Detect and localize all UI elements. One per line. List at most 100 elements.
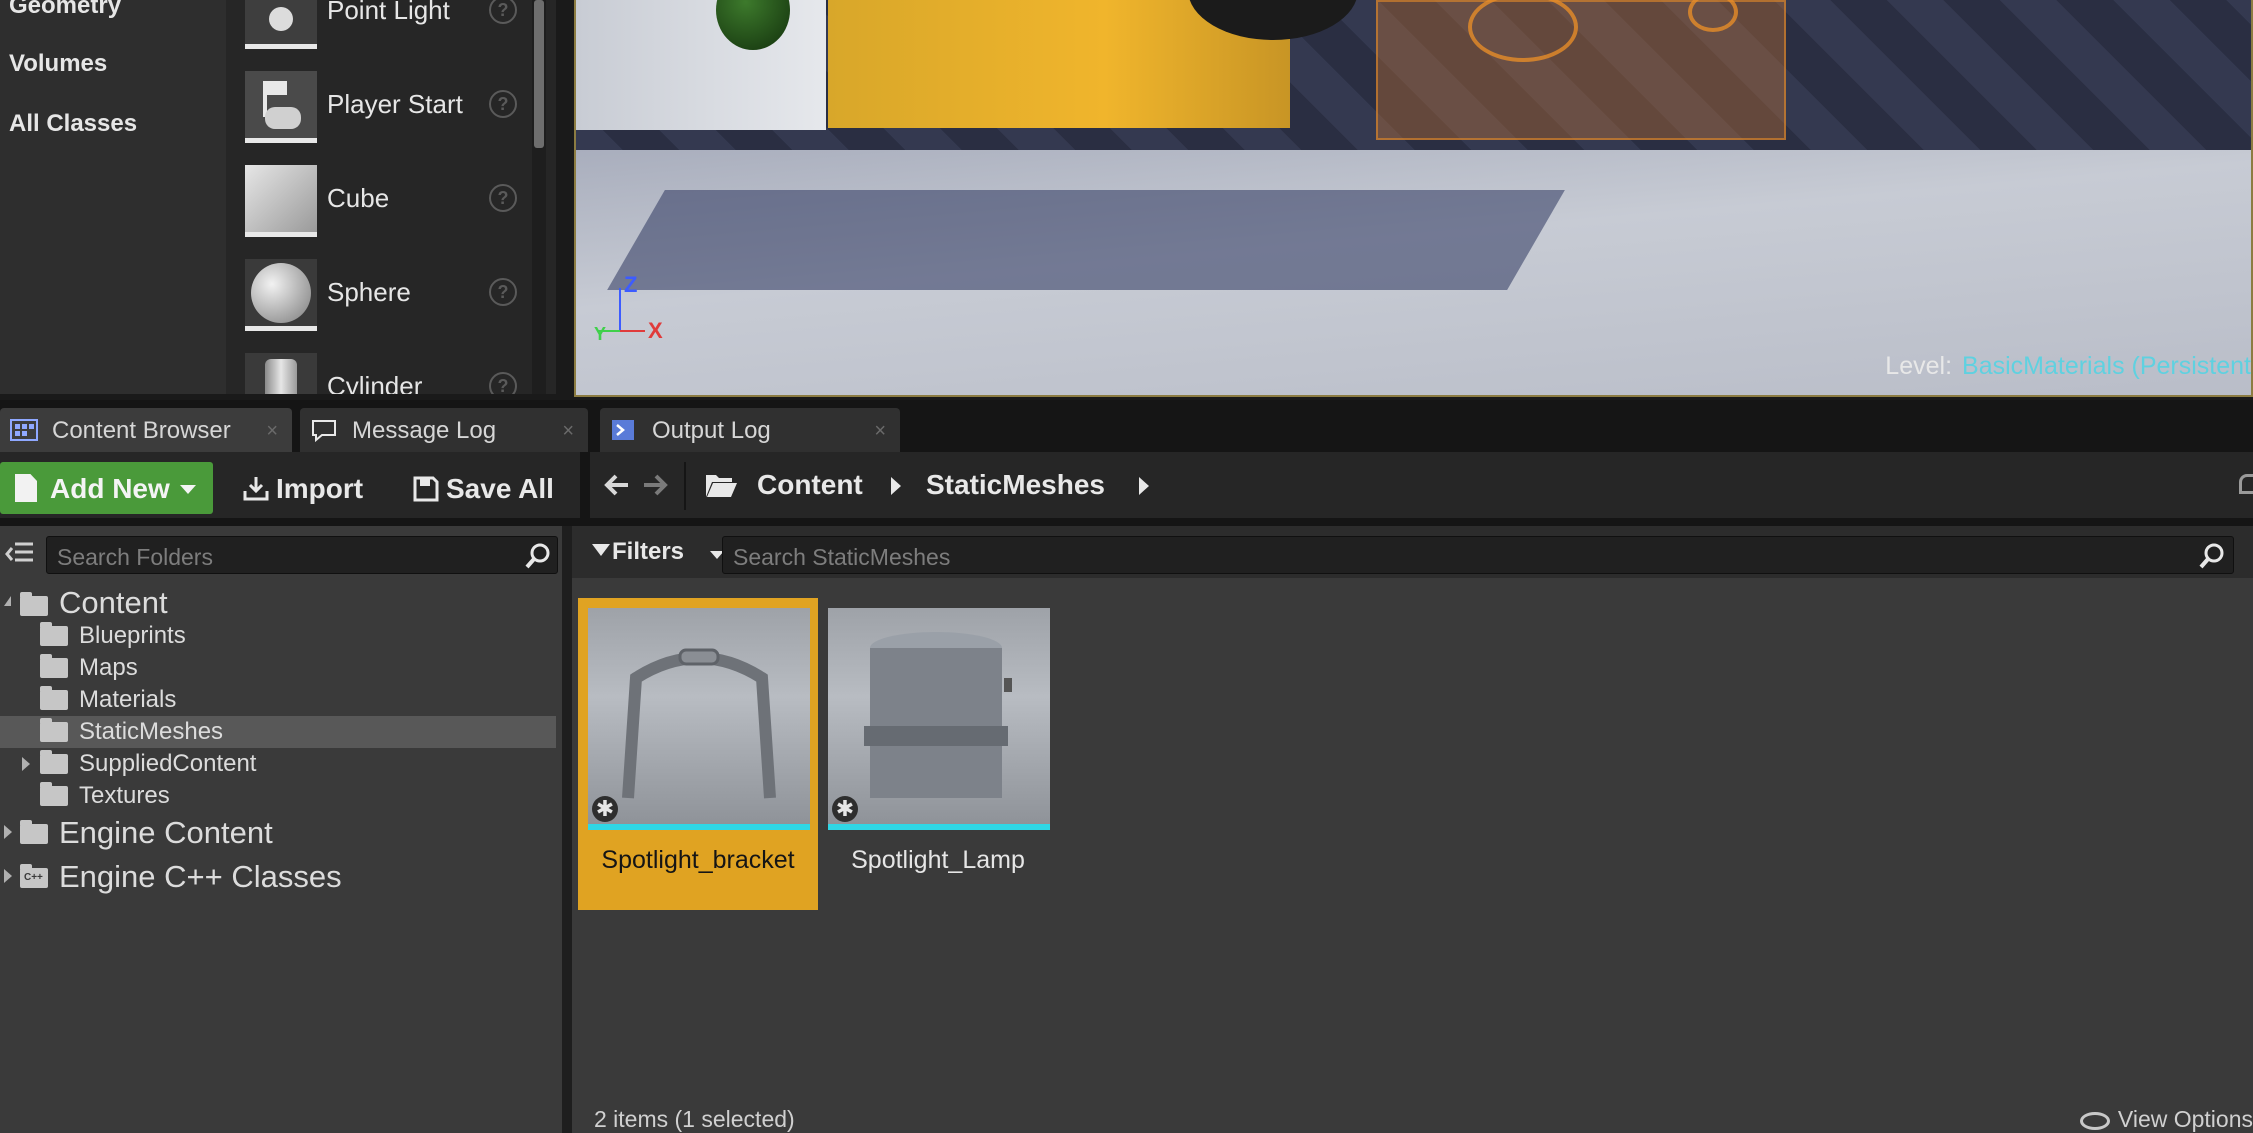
- place-actors-scrollbar[interactable]: [532, 0, 546, 394]
- place-item-point-light[interactable]: Point Light ?: [226, 0, 536, 62]
- search-assets-input[interactable]: Search StaticMeshes: [722, 536, 2234, 574]
- sources-panel: Search Folders Content Blueprints Maps M…: [0, 526, 562, 1133]
- axis-z-label: Z: [624, 272, 638, 297]
- category-all-classes[interactable]: All Classes: [9, 110, 137, 138]
- tree-item-textures[interactable]: Textures: [0, 780, 556, 812]
- forward-arrow-icon[interactable]: [640, 470, 670, 500]
- expand-arrow-icon[interactable]: [4, 869, 12, 883]
- help-icon[interactable]: ?: [489, 372, 517, 394]
- static-mesh-color-bar: [828, 824, 1050, 830]
- breadcrumb-arrow-icon[interactable]: [1139, 477, 1149, 495]
- import-button[interactable]: Import: [236, 462, 376, 514]
- asset-view: Filters Search StaticMeshes ✱ Spotlight_…: [572, 526, 2253, 1133]
- editor-top-area: Geometry Volumes All Classes Point Light…: [0, 0, 2253, 400]
- viewport-shadow: [607, 190, 1565, 290]
- level-key: Level:: [1885, 352, 1953, 380]
- static-mesh-color-bar: [588, 824, 810, 830]
- breadcrumb-staticmeshes[interactable]: StaticMeshes: [926, 469, 1105, 501]
- content-browser-icon: [10, 419, 38, 441]
- level-viewport[interactable]: Z X Y Level: BasicMaterials (Persistent: [574, 0, 2253, 397]
- search-icon[interactable]: [523, 541, 553, 571]
- place-item-cube[interactable]: Cube ?: [226, 156, 536, 250]
- search-assets-placeholder: Search StaticMeshes: [733, 544, 951, 570]
- tree-item-label: Engine C++ Classes: [59, 859, 342, 894]
- tree-item-label: StaticMeshes: [79, 718, 224, 745]
- place-item-label: Point Light: [327, 0, 450, 25]
- tree-item-suppliedcontent[interactable]: SuppliedContent: [0, 748, 556, 780]
- search-folders-input[interactable]: Search Folders: [46, 536, 558, 574]
- place-item-label: Sphere: [327, 277, 411, 307]
- add-new-label: Add New: [50, 473, 170, 504]
- help-icon[interactable]: ?: [489, 0, 517, 24]
- place-actors-list: Point Light ? Player Start ? Cube ? Sphe…: [226, 0, 556, 394]
- tab-label: Content Browser: [52, 417, 231, 444]
- tab-output-log[interactable]: Output Log ×: [600, 408, 900, 452]
- expand-arrow-icon[interactable]: [4, 596, 11, 606]
- tree-item-content[interactable]: Content: [0, 585, 556, 620]
- place-item-sphere[interactable]: Sphere ?: [226, 250, 536, 344]
- tree-item-label: Blueprints: [79, 622, 186, 649]
- help-icon[interactable]: ?: [489, 184, 517, 212]
- content-browser-toolbar: Add New Import Save All Content StaticMe…: [0, 452, 2253, 518]
- search-icon[interactable]: [2197, 541, 2227, 571]
- tree-item-engine-cpp-classes[interactable]: C++ Engine C++ Classes: [0, 859, 556, 894]
- cpp-folder-icon: C++: [20, 864, 48, 888]
- new-document-icon: [15, 474, 37, 502]
- tree-item-label: Textures: [79, 782, 170, 809]
- help-icon[interactable]: ?: [489, 90, 517, 118]
- view-options-button[interactable]: View Options: [2079, 1106, 2253, 1133]
- search-folders-placeholder: Search Folders: [57, 544, 213, 570]
- cube-icon: [245, 165, 317, 237]
- sphere-icon: [245, 259, 317, 331]
- save-icon: [413, 476, 439, 502]
- axis-x-label: X: [648, 318, 663, 343]
- close-icon[interactable]: ×: [562, 420, 574, 443]
- tree-item-label: Engine Content: [59, 815, 273, 850]
- level-indicator: Level: BasicMaterials (Persistent: [1885, 352, 2251, 381]
- point-light-icon: [245, 0, 317, 49]
- tree-item-label: Materials: [79, 686, 177, 713]
- folder-icon: [40, 686, 68, 710]
- panel-splitter[interactable]: [562, 526, 572, 1133]
- expand-arrow-icon[interactable]: [22, 757, 30, 771]
- static-mesh-thumbnail: ✱: [588, 608, 810, 830]
- scrollbar-thumb[interactable]: [534, 0, 544, 148]
- toolbar-separator: [580, 452, 590, 518]
- asset-tile-spotlight-bracket[interactable]: ✱ Spotlight_bracket: [578, 598, 818, 910]
- player-start-icon: [245, 71, 317, 143]
- tab-message-log[interactable]: Message Log ×: [300, 408, 588, 452]
- place-item-label: Cylinder: [327, 371, 423, 394]
- save-all-button[interactable]: Save All: [406, 462, 576, 514]
- breadcrumb-content[interactable]: Content: [757, 469, 863, 501]
- save-all-label: Save All: [446, 473, 554, 504]
- path-navigation: Content StaticMeshes: [590, 452, 2253, 518]
- folder-open-icon[interactable]: [704, 471, 738, 499]
- folder-icon: [40, 750, 68, 774]
- sources-toggle-icon[interactable]: [5, 540, 35, 568]
- close-icon[interactable]: ×: [874, 420, 886, 443]
- category-volumes[interactable]: Volumes: [9, 50, 107, 78]
- toolbar-divider: [0, 518, 2253, 526]
- folder-icon: [40, 718, 68, 742]
- tree-item-materials[interactable]: Materials: [0, 684, 556, 716]
- expand-arrow-icon[interactable]: [4, 825, 12, 839]
- category-geometry[interactable]: Geometry: [9, 0, 121, 20]
- tab-content-browser[interactable]: Content Browser ×: [0, 408, 292, 452]
- place-item-label: Cube: [327, 183, 390, 213]
- tree-item-engine-content[interactable]: Engine Content: [0, 815, 556, 850]
- lock-icon[interactable]: [2239, 474, 2253, 494]
- place-item-player-start[interactable]: Player Start ?: [226, 62, 536, 156]
- place-item-cylinder[interactable]: Cylinder ?: [226, 344, 536, 394]
- add-new-button[interactable]: Add New: [0, 462, 213, 514]
- tree-item-blueprints[interactable]: Blueprints: [0, 620, 556, 652]
- help-icon[interactable]: ?: [489, 278, 517, 306]
- breadcrumb-arrow-icon[interactable]: [891, 477, 901, 495]
- asset-tile-spotlight-lamp[interactable]: ✱ Spotlight_Lamp: [818, 598, 1058, 910]
- asset-filter-bar: Filters Search StaticMeshes: [572, 526, 2253, 578]
- tab-label: Message Log: [352, 417, 497, 444]
- close-icon[interactable]: ×: [266, 420, 278, 443]
- chevron-down-icon: [180, 485, 196, 494]
- tree-item-maps[interactable]: Maps: [0, 652, 556, 684]
- tree-item-staticmeshes[interactable]: StaticMeshes: [0, 716, 556, 748]
- back-arrow-icon[interactable]: [602, 470, 632, 500]
